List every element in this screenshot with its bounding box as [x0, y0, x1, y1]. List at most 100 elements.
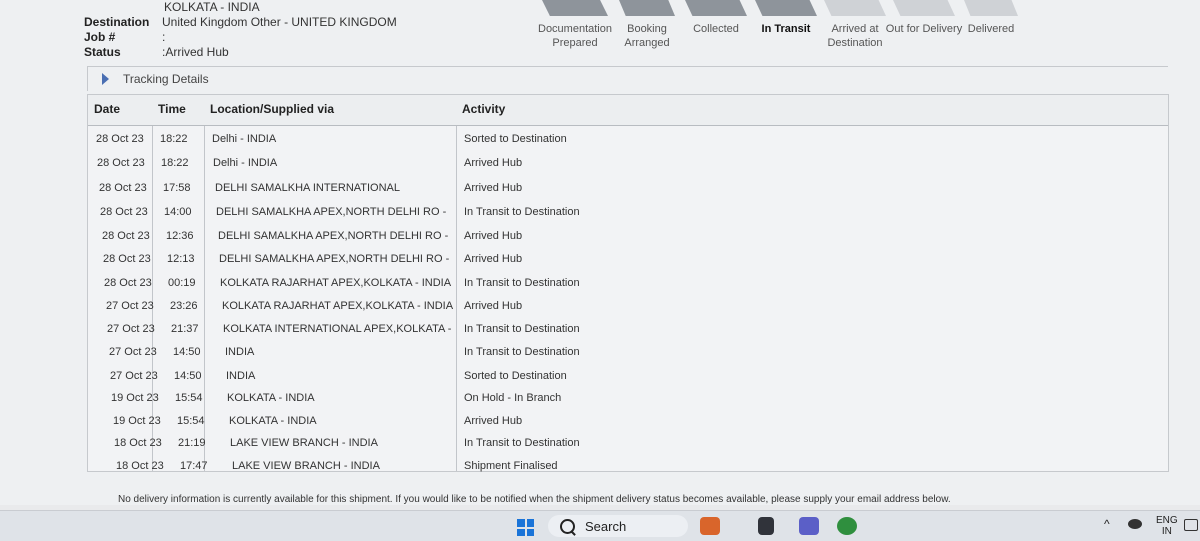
row-location: KOLKATA INTERNATIONAL APEX,KOLKATA -	[223, 323, 452, 335]
step-collected: Collected	[683, 0, 749, 36]
row-activity: In Transit to Destination	[464, 323, 580, 335]
language-code: ENG	[1156, 515, 1178, 526]
column-header-time: Time	[158, 102, 186, 116]
row-activity: Sorted to Destination	[464, 133, 567, 145]
step-arrived-at-destination: Arrived at Destination	[823, 0, 887, 50]
table-row: 28 Oct 23 18:22 Delhi - INDIA Arrived Hub	[88, 152, 1168, 175]
row-date: 27 Oct 23	[110, 370, 158, 382]
row-location: KOLKATA RAJARHAT APEX,KOLKATA - INDIA	[220, 277, 452, 289]
shipment-info: KOLKATA - INDIA Destination United Kingd…	[84, 0, 397, 60]
weather-icon[interactable]	[1128, 519, 1142, 529]
network-icon[interactable]	[1184, 519, 1198, 531]
row-activity: Sorted to Destination	[464, 370, 567, 382]
search-icon	[560, 518, 575, 534]
row-time: 12:13	[167, 253, 195, 265]
destination-value: United Kingdom Other - UNITED KINGDOM	[162, 15, 397, 29]
job-row: Job # :	[84, 30, 397, 45]
step-label: Documentation Prepared	[538, 23, 612, 49]
windows-start-icon[interactable]	[517, 519, 534, 536]
language-indicator[interactable]: ENG IN	[1156, 515, 1178, 537]
step-bar	[685, 0, 747, 16]
row-time: 18:22	[161, 157, 189, 169]
step-bar	[542, 0, 608, 16]
taskbar: Search ^ ENG IN	[0, 510, 1200, 541]
row-location: INDIA	[225, 346, 255, 358]
row-activity: In Transit to Destination	[464, 277, 580, 289]
step-bar	[619, 0, 675, 16]
row-location: DELHI SAMALKHA APEX,NORTH DELHI RO -	[218, 230, 449, 242]
row-time: 21:19	[178, 437, 206, 449]
destination-label: Destination	[84, 15, 150, 29]
row-date: 28 Oct 23	[99, 182, 147, 194]
table-row: 19 Oct 23 15:54 KOLKATA - INDIA Arrived Hub	[88, 410, 1168, 433]
tracking-details-toggle[interactable]: Tracking Details	[87, 66, 1168, 91]
origin-row: KOLKATA - INDIA	[164, 0, 397, 15]
table-row: 18 Oct 23 21:19 LAKE VIEW BRANCH - INDIA In…	[88, 432, 1168, 455]
region-code: IN	[1161, 526, 1172, 537]
column-header-location: Location/Supplied via	[210, 102, 335, 116]
delivery-info-note: No delivery information is currently ava…	[118, 494, 951, 505]
row-date: 27 Oct 23	[107, 323, 155, 335]
row-location: LAKE VIEW BRANCH - INDIA	[232, 460, 380, 472]
row-activity: Arrived Hub	[464, 415, 523, 427]
status-label: Status	[84, 45, 121, 59]
row-date: 28 Oct 23	[102, 230, 150, 242]
row-time: 15:54	[175, 392, 203, 404]
row-activity: Shipment Finalised	[464, 460, 558, 472]
step-label: Delivered	[967, 23, 1015, 35]
tracking-details-title: Tracking Details	[123, 72, 209, 86]
step-bar	[964, 0, 1018, 16]
row-date: 28 Oct 23	[96, 133, 144, 145]
table-row: 28 Oct 23 12:13 DELHI SAMALKHA APEX,NORTH …	[88, 248, 1168, 271]
row-activity: Arrived Hub	[464, 253, 523, 265]
table-row: 27 Oct 23 14:50 INDIA In Transit to Destina…	[88, 341, 1168, 364]
row-date: 27 Oct 23	[106, 300, 154, 312]
row-time: 14:50	[174, 370, 202, 382]
row-date: 19 Oct 23	[111, 392, 159, 404]
table-row: 28 Oct 23 00:19 KOLKATA RAJARHAT APEX,KOLK…	[88, 272, 1168, 295]
row-time: 21:37	[171, 323, 199, 335]
column-header-date: Date	[94, 102, 121, 116]
table-header: Date Time Location/Supplied via Activity	[88, 95, 1168, 126]
row-activity: In Transit to Destination	[464, 437, 580, 449]
file-explorer-icon[interactable]	[758, 517, 774, 535]
row-location: Delhi - INDIA	[213, 157, 278, 169]
job-label: Job #	[84, 30, 116, 44]
row-time: 12:36	[166, 230, 194, 242]
shipment-progress: Documentation Prepared Booking Arranged …	[535, 0, 1025, 55]
row-activity: In Transit to Destination	[464, 346, 580, 358]
row-date: 27 Oct 23	[109, 346, 157, 358]
row-location: INDIA	[226, 370, 256, 382]
step-label: Collected	[693, 23, 739, 35]
step-delivered: Delivered	[963, 0, 1019, 36]
row-location: KOLKATA - INDIA	[229, 415, 317, 427]
row-date: 18 Oct 23	[114, 437, 162, 449]
row-location: KOLKATA RAJARHAT APEX,KOLKATA - INDIA	[222, 300, 454, 312]
step-booking-arranged: Booking Arranged	[617, 0, 677, 50]
row-activity: Arrived Hub	[464, 182, 523, 194]
table-row: 28 Oct 23 12:36 DELHI SAMALKHA APEX,NORTH …	[88, 225, 1168, 248]
row-date: 19 Oct 23	[113, 415, 161, 427]
tracking-page: KOLKATA - INDIA Destination United Kingd…	[0, 0, 1200, 505]
taskbar-search[interactable]: Search	[548, 515, 688, 537]
job-value: :	[162, 30, 166, 44]
row-location: DELHI SAMALKHA APEX,NORTH DELHI RO -	[219, 253, 450, 265]
origin-value: KOLKATA - INDIA	[164, 0, 260, 14]
destination-row: Destination United Kingdom Other - UNITE…	[84, 15, 397, 30]
table-row: 27 Oct 23 23:26 KOLKATA RAJARHAT APEX,KOLK…	[88, 295, 1168, 318]
row-date: 18 Oct 23	[116, 460, 164, 472]
row-time: 18:22	[160, 133, 188, 145]
row-date: 28 Oct 23	[104, 277, 152, 289]
row-location: KOLKATA - INDIA	[227, 392, 315, 404]
tray-chevron-up-icon[interactable]: ^	[1104, 518, 1110, 530]
row-activity: In Transit to Destination	[464, 206, 580, 218]
step-label: Booking Arranged	[624, 23, 670, 49]
row-activity: Arrived Hub	[464, 157, 523, 169]
table-row: 18 Oct 23 17:47 LAKE VIEW BRANCH - INDIA Sh…	[88, 455, 1168, 478]
chrome-icon[interactable]	[837, 517, 857, 535]
row-location: Delhi - INDIA	[212, 133, 277, 145]
widgets-icon[interactable]	[700, 517, 720, 535]
table-row: 28 Oct 23 17:58 DELHI SAMALKHA INTERNATION…	[88, 177, 1168, 200]
row-date: 28 Oct 23	[97, 157, 145, 169]
teams-icon[interactable]	[799, 517, 819, 535]
